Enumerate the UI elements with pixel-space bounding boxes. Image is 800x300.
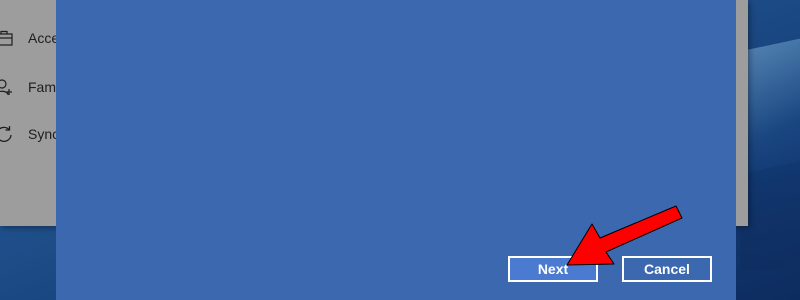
settings-item-label: Fami (28, 79, 60, 95)
settings-item-family[interactable]: Fami (0, 75, 59, 99)
settings-item-label: Sync (28, 126, 60, 142)
briefcase-icon (0, 28, 14, 48)
settings-item-label: Acce (28, 30, 60, 46)
settings-item-sync[interactable]: Sync (0, 122, 59, 146)
next-button[interactable]: Next (508, 256, 598, 282)
setup-dialog (56, 0, 736, 300)
wallpaper-shade (740, 150, 800, 270)
sync-icon (0, 124, 14, 144)
person-add-icon (0, 77, 14, 97)
settings-item-accounts[interactable]: Acce (0, 26, 59, 50)
cancel-button[interactable]: Cancel (622, 256, 712, 282)
